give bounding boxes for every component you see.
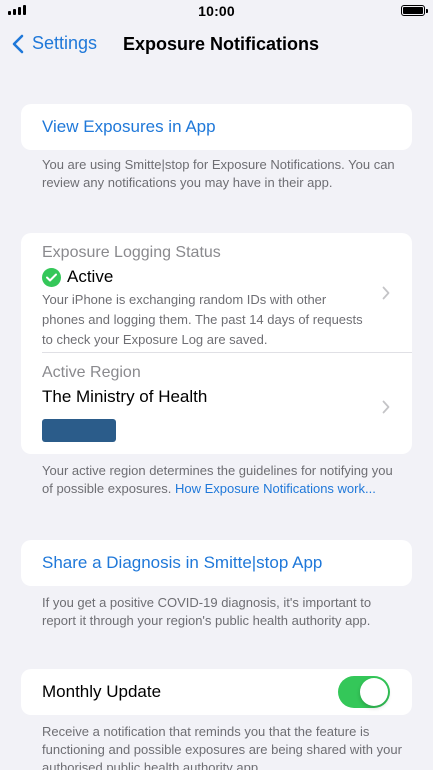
share-diagnosis-footer: If you get a positive COVID-19 diagnosis… [42,595,372,628]
exposure-logging-status-value: Active [42,266,372,288]
view-exposures-card: View Exposures in App [21,104,412,150]
active-region-row[interactable]: Active Region The Ministry of Health [21,353,412,454]
status-card: Exposure Logging Status Active Your iPho… [21,233,412,454]
chevron-right-icon [382,286,390,299]
exposure-logging-status-row[interactable]: Exposure Logging Status Active Your iPho… [21,233,412,352]
monthly-update-card: Monthly Update [21,669,412,715]
checkmark-icon [42,267,61,287]
active-region-footer: Your active region determines the guidel… [42,462,402,498]
monthly-update-label: Monthly Update [42,682,162,701]
back-label: Settings [32,33,98,53]
view-exposures-footer: You are using Smitte|stop for Exposure N… [42,157,395,190]
status-text: Active [67,267,114,286]
share-diagnosis-card: Share a Diagnosis in Smitte|stop App [21,540,412,586]
status-bar: 10:00 [0,0,433,22]
share-diagnosis-button[interactable]: Share a Diagnosis in Smitte|stop App [21,540,412,586]
battery-icon [401,5,428,16]
navigation-bar: Settings Exposure Notifications [0,22,433,66]
exposure-logging-status-label: Exposure Logging Status [42,244,221,261]
redacted-region-badge [42,419,116,442]
exposure-logging-description: Your iPhone is exchanging random IDs wit… [42,292,363,347]
view-exposures-button[interactable]: View Exposures in App [21,104,412,150]
back-button[interactable]: Settings [12,33,97,54]
monthly-update-toggle[interactable] [338,676,390,708]
active-region-value: The Ministry of Health [42,387,208,406]
active-region-label: Active Region [42,364,141,381]
how-exposure-notifications-work-link[interactable]: How Exposure Notifications work... [175,481,376,496]
page-title: Exposure Notifications [123,34,320,54]
chevron-left-icon [12,34,24,53]
chevron-right-icon [382,400,390,413]
monthly-update-footer: Receive a notification that reminds you … [42,724,402,770]
toggle-knob [360,678,388,706]
status-time: 10:00 [198,3,235,19]
